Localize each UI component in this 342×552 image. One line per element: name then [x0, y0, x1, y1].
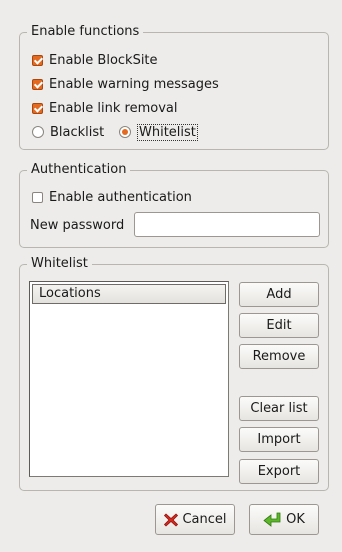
- red-x-icon: [164, 512, 179, 527]
- enable-warning-checkbox[interactable]: Enable warning messages: [32, 74, 219, 94]
- edit-button[interactable]: Edit: [239, 313, 319, 338]
- ok-label: OK: [286, 512, 305, 527]
- cancel-label: Cancel: [182, 512, 227, 527]
- locations-column-header[interactable]: Locations: [32, 284, 226, 304]
- remove-button[interactable]: Remove: [239, 344, 319, 369]
- radio-icon[interactable]: [32, 126, 44, 138]
- enable-blocksite-label: Enable BlockSite: [49, 52, 158, 68]
- green-arrow-icon: [263, 512, 281, 527]
- whitelist-group: Whitelist Locations Add Edit Remove Clea…: [19, 256, 329, 491]
- locations-list[interactable]: Locations: [29, 281, 229, 477]
- enable-authentication-checkbox[interactable]: Enable authentication: [32, 187, 192, 207]
- checkbox-icon[interactable]: [32, 78, 43, 90]
- authentication-group: Authentication Enable authentication New…: [19, 162, 329, 248]
- blacklist-label: Blacklist: [50, 124, 105, 140]
- add-button[interactable]: Add: [239, 282, 319, 307]
- enable-link-removal-checkbox[interactable]: Enable link removal: [32, 98, 177, 118]
- checkbox-icon[interactable]: [32, 54, 43, 66]
- whitelist-title: Whitelist: [27, 256, 92, 272]
- enable-warning-label: Enable warning messages: [49, 76, 219, 92]
- whitelist-radio[interactable]: Whitelist: [119, 122, 198, 142]
- ok-button[interactable]: OK: [249, 504, 319, 535]
- whitelist-label: Whitelist: [137, 123, 198, 141]
- enable-link-removal-label: Enable link removal: [49, 100, 178, 116]
- clear-list-button[interactable]: Clear list: [239, 396, 319, 421]
- enable-blocksite-checkbox[interactable]: Enable BlockSite: [32, 50, 158, 70]
- new-password-field[interactable]: [134, 212, 320, 237]
- enable-functions-title: Enable functions: [27, 24, 144, 40]
- enable-authentication-label: Enable authentication: [49, 189, 192, 205]
- blacklist-radio[interactable]: Blacklist: [32, 122, 104, 142]
- new-password-label: New password: [30, 217, 125, 233]
- cancel-button[interactable]: Cancel: [155, 504, 235, 535]
- authentication-title: Authentication: [27, 162, 131, 178]
- checkbox-icon[interactable]: [32, 102, 43, 114]
- export-button[interactable]: Export: [239, 459, 319, 484]
- import-button[interactable]: Import: [239, 427, 319, 452]
- radio-icon[interactable]: [119, 126, 131, 138]
- checkbox-icon[interactable]: [32, 191, 43, 203]
- enable-functions-group: Enable functions Enable BlockSite Enable…: [19, 24, 329, 150]
